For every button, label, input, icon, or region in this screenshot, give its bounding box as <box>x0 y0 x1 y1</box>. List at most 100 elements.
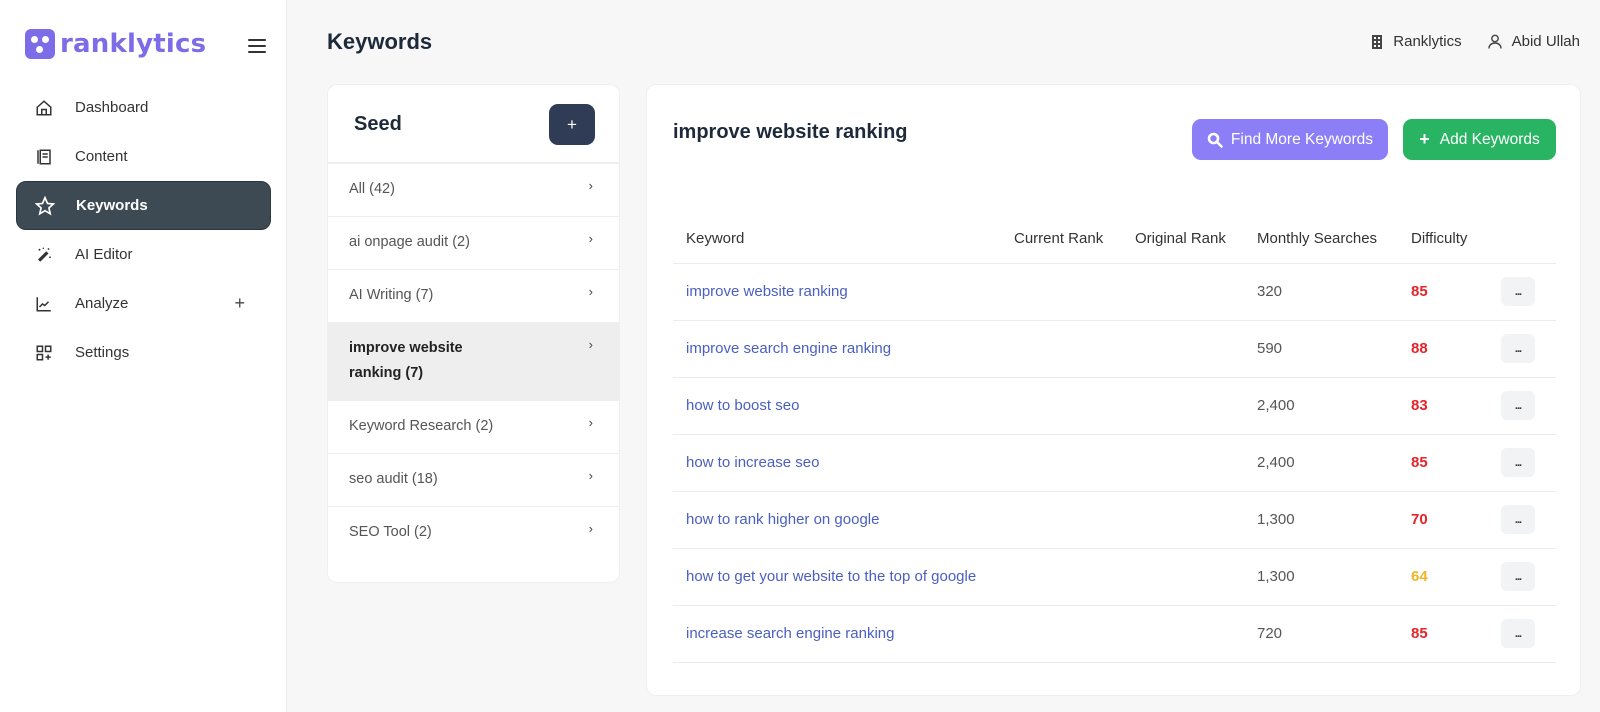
keyword-cell: improve search engine ranking <box>673 320 1014 378</box>
difficulty-cell: 88 <box>1411 320 1501 378</box>
sidebar-item-settings[interactable]: Settings <box>16 328 271 377</box>
keyword-link[interactable]: how to increase seo <box>686 454 819 471</box>
original-rank-cell <box>1135 605 1257 663</box>
table-row: how to boost seo 2,400 83... <box>673 377 1556 435</box>
original-rank-cell <box>1135 491 1257 549</box>
difficulty-cell: 83 <box>1411 377 1501 435</box>
difficulty-cell: 64 <box>1411 548 1501 606</box>
top-bar: Ranklytics Abid Ullah <box>1345 33 1580 50</box>
magic-wand-icon <box>34 245 54 265</box>
menu-toggle-icon[interactable] <box>248 39 266 53</box>
seed-item-improve-website-ranking[interactable]: improve website ranking (7) › <box>328 323 619 401</box>
monthly-searches-cell: 1,300 <box>1257 548 1411 606</box>
column-header-difficulty[interactable]: Difficulty <box>1411 215 1501 264</box>
current-rank-cell <box>1014 377 1135 435</box>
more-options-button[interactable]: ... <box>1501 391 1535 420</box>
more-options-button[interactable]: ... <box>1501 562 1535 591</box>
sidebar-item-label: Settings <box>75 344 130 361</box>
user-menu[interactable]: Abid Ullah <box>1487 33 1580 50</box>
column-header-keyword[interactable]: Keyword <box>673 215 1014 264</box>
original-rank-cell <box>1135 548 1257 606</box>
sidebar-item-label: Dashboard <box>75 99 149 116</box>
home-icon <box>34 98 54 118</box>
original-rank-cell <box>1135 377 1257 435</box>
difficulty-cell: 85 <box>1411 434 1501 492</box>
add-seed-button[interactable]: + <box>549 104 595 145</box>
chevron-right-icon: › <box>588 284 593 299</box>
logo[interactable]: ranklytics <box>25 29 206 59</box>
seed-item-all[interactable]: All (42) › <box>328 164 619 217</box>
sidebar-item-keywords[interactable]: Keywords <box>16 181 271 230</box>
table-row: how to get your website to the top of go… <box>673 548 1556 606</box>
workspace-selector[interactable]: Ranklytics <box>1371 33 1462 50</box>
add-keywords-label: Add Keywords <box>1439 130 1540 148</box>
keyword-link[interactable]: how to boost seo <box>686 397 799 414</box>
table-row: improve website ranking 320 85... <box>673 263 1556 321</box>
keyword-link[interactable]: improve search engine ranking <box>686 340 891 357</box>
keyword-link[interactable]: increase search engine ranking <box>686 625 894 642</box>
original-rank-cell <box>1135 434 1257 492</box>
keyword-link[interactable]: improve website ranking <box>686 283 848 300</box>
user-name: Abid Ullah <box>1511 33 1580 50</box>
table-row: how to rank higher on google 1,300 70... <box>673 491 1556 549</box>
keyword-cell: how to get your website to the top of go… <box>673 548 1014 606</box>
seed-item-seo-tool[interactable]: SEO Tool (2) › <box>328 507 619 559</box>
chevron-right-icon: › <box>588 337 593 352</box>
chart-line-icon <box>34 294 54 314</box>
more-options-button[interactable]: ... <box>1501 277 1535 306</box>
seed-header: Seed + <box>328 85 619 164</box>
seed-item-label: seo audit (18) <box>349 471 438 487</box>
original-rank-cell <box>1135 320 1257 378</box>
expand-plus-icon[interactable]: + <box>234 293 245 314</box>
seed-item-seo-audit[interactable]: seo audit (18) › <box>328 454 619 507</box>
seed-heading: improve website ranking <box>673 121 908 143</box>
column-header-monthly-searches[interactable]: Monthly Searches <box>1257 215 1411 264</box>
more-options-button[interactable]: ... <box>1501 619 1535 648</box>
seed-item-label: AI Writing (7) <box>349 287 434 303</box>
actions-cell: ... <box>1501 320 1556 378</box>
sidebar-item-dashboard[interactable]: Dashboard <box>16 83 271 132</box>
original-rank-cell <box>1135 263 1257 321</box>
difficulty-cell: 85 <box>1411 263 1501 321</box>
sidebar-item-analyze[interactable]: Analyze + <box>16 279 271 328</box>
current-rank-cell <box>1014 605 1135 663</box>
user-icon <box>1487 34 1502 49</box>
keyword-cell: improve website ranking <box>673 263 1014 321</box>
seed-item-ai-onpage-audit[interactable]: ai onpage audit (2) › <box>328 217 619 270</box>
more-options-button[interactable]: ... <box>1501 448 1535 477</box>
add-keywords-button[interactable]: + Add Keywords <box>1403 119 1556 160</box>
actions-cell: ... <box>1501 434 1556 492</box>
seed-item-keyword-research[interactable]: Keyword Research (2) › <box>328 401 619 454</box>
seed-panel: Seed + All (42) › ai onpage audit (2) › … <box>327 84 620 583</box>
find-more-keywords-button[interactable]: Find More Keywords <box>1192 119 1388 160</box>
building-icon <box>1372 34 1383 49</box>
monthly-searches-cell: 2,400 <box>1257 377 1411 435</box>
more-options-button[interactable]: ... <box>1501 334 1535 363</box>
document-icon <box>34 147 54 167</box>
column-header-original-rank[interactable]: Original Rank <box>1135 215 1257 264</box>
seed-item-label: improve website ranking (7) <box>349 340 463 381</box>
current-rank-cell <box>1014 263 1135 321</box>
seed-item-ai-writing[interactable]: AI Writing (7) › <box>328 270 619 323</box>
column-header-current-rank[interactable]: Current Rank <box>1014 215 1135 264</box>
chevron-right-icon: › <box>588 231 593 246</box>
monthly-searches-cell: 720 <box>1257 605 1411 663</box>
monthly-searches-cell: 320 <box>1257 263 1411 321</box>
actions-cell: ... <box>1501 377 1556 435</box>
difficulty-cell: 85 <box>1411 605 1501 663</box>
keyword-link[interactable]: how to get your website to the top of go… <box>686 568 976 585</box>
chevron-right-icon: › <box>588 178 593 193</box>
column-header-actions <box>1501 215 1556 264</box>
table-header-row: Keyword Current Rank Original Rank Month… <box>673 215 1556 264</box>
table-row: increase search engine ranking 720 85... <box>673 605 1556 663</box>
page-title: Keywords <box>327 29 433 54</box>
sidebar-item-content[interactable]: Content <box>16 132 271 181</box>
sidebar: ranklytics Dashboard Content Keywords AI… <box>0 0 287 712</box>
table-row: improve search engine ranking 590 88... <box>673 320 1556 378</box>
grid-plus-icon <box>34 343 54 363</box>
more-options-button[interactable]: ... <box>1501 505 1535 534</box>
keyword-link[interactable]: how to rank higher on google <box>686 511 879 528</box>
sidebar-item-ai-editor[interactable]: AI Editor <box>16 230 271 279</box>
keyword-cell: how to rank higher on google <box>673 491 1014 549</box>
current-rank-cell <box>1014 491 1135 549</box>
